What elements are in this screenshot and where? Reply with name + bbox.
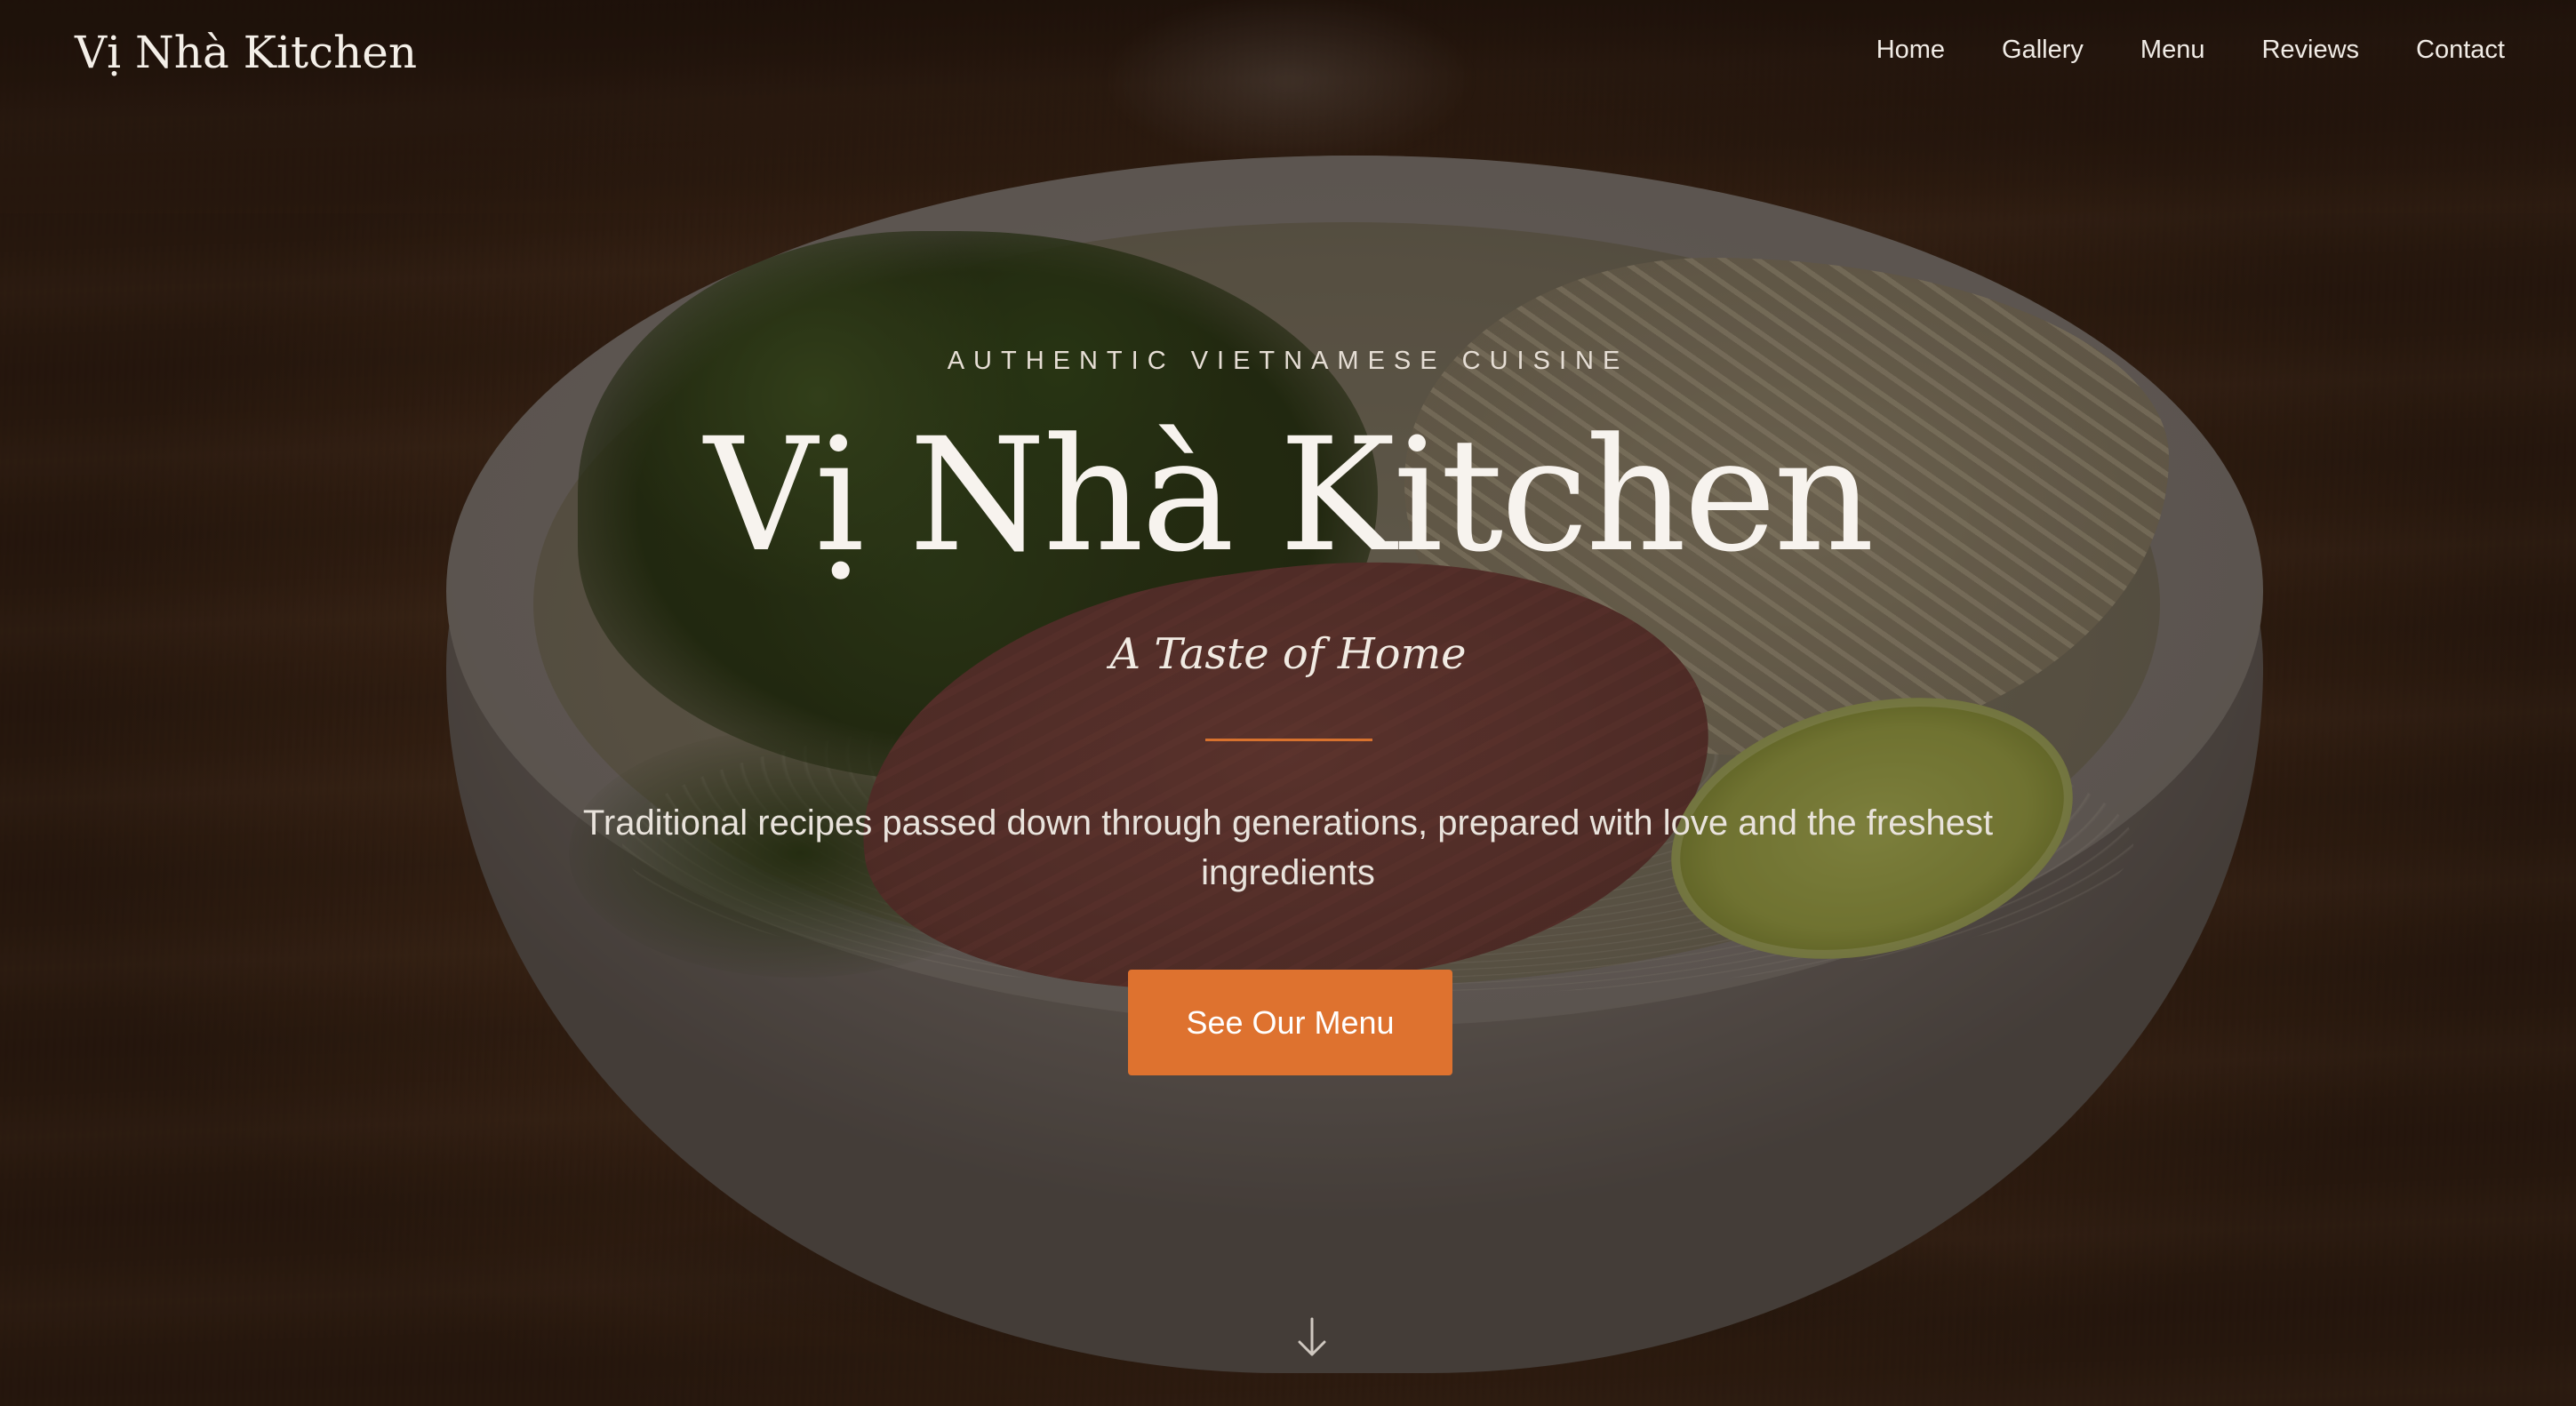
arrow-down-icon[interactable]	[1294, 1315, 1330, 1360]
see-menu-button[interactable]: See Our Menu	[1128, 970, 1452, 1075]
accent-divider	[1205, 739, 1372, 741]
hero-eyebrow: AUTHENTIC VIETNAMESE CUISINE	[947, 347, 1629, 375]
hero-description: Traditional recipes passed down through …	[582, 803, 1994, 892]
hero-tagline: A Taste of Home	[1109, 629, 1467, 679]
hero-title: Vị Nhà Kitchen	[704, 404, 1875, 587]
hero-content: AUTHENTIC VIETNAMESE CUISINE Vị Nhà Kitc…	[0, 0, 2576, 1406]
hero-section: Vị Nhà Kitchen Home Gallery Menu Reviews…	[0, 0, 2576, 1406]
